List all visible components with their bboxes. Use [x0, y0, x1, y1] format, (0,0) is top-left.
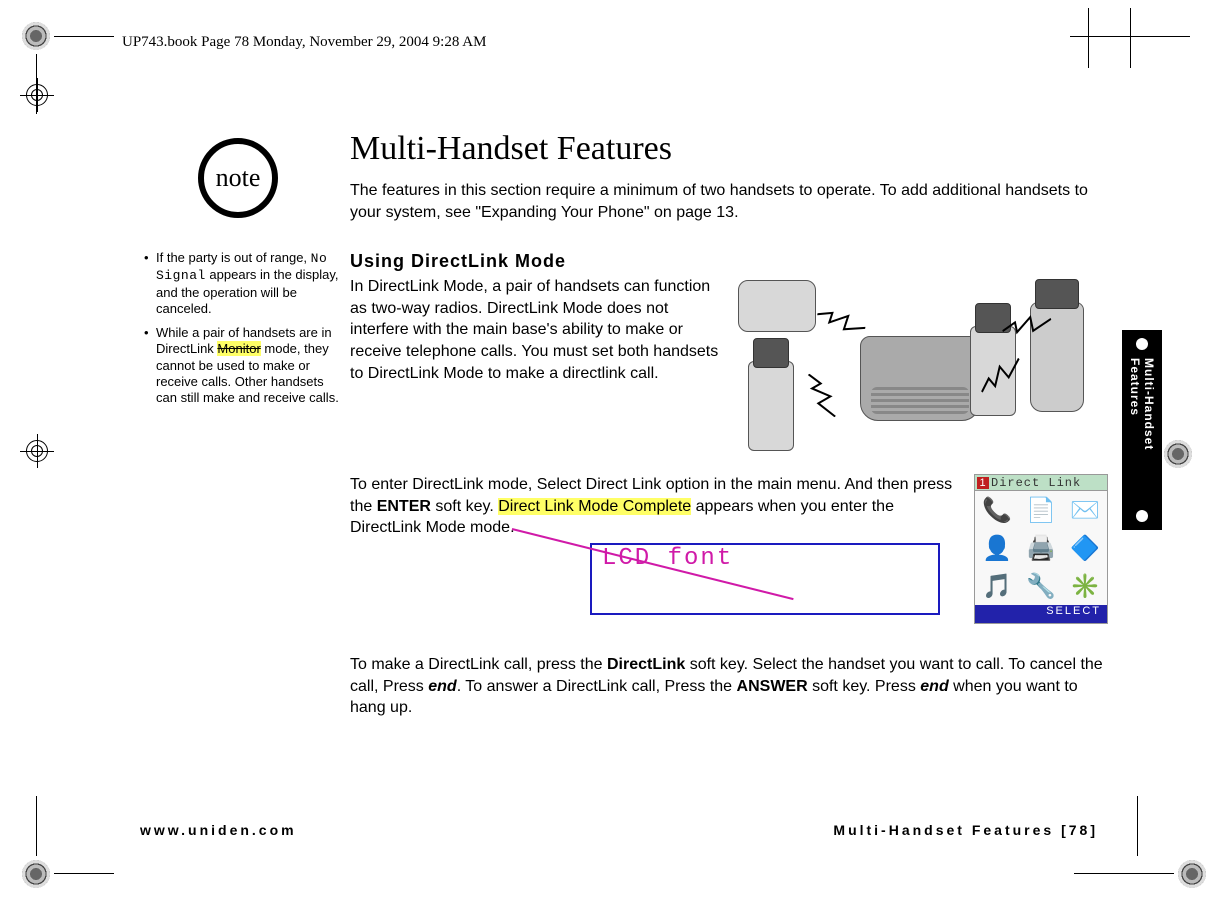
side-tab: Multi-Handset Features — [1122, 330, 1162, 530]
note-badge: note — [198, 138, 278, 218]
answer-key-label: ANSWER — [737, 678, 808, 695]
crop-line — [1130, 8, 1131, 68]
text: soft key. Press — [808, 678, 921, 695]
lcd-menu-icon: 🔷 — [1063, 529, 1107, 567]
enter-key-label: ENTER — [377, 498, 431, 515]
text: soft key. — [431, 498, 498, 515]
lcd-menu-icon: ✉️ — [1063, 491, 1107, 529]
lcd-preview: 1 Direct Link 📞 📄 ✉️ 👤 🖨️ 🔷 🎵 🔧 ✳️ SELEC… — [974, 474, 1108, 624]
registration-target — [22, 860, 50, 888]
lcd-menu-grid: 📞 📄 ✉️ 👤 🖨️ 🔷 🎵 🔧 ✳️ — [975, 491, 1107, 605]
handset-icon — [748, 361, 794, 451]
footer-url: www.uniden.com — [140, 822, 297, 838]
wall-phone-icon — [738, 280, 816, 332]
signal-bolt-icon — [814, 305, 868, 339]
lcd-handset-number: 1 — [977, 477, 989, 489]
lcd-menu-icon: 🎵 — [975, 567, 1019, 605]
crop-line — [54, 36, 114, 37]
signal-bolt-icon — [800, 370, 842, 423]
note-monitor-marked: Monitor — [217, 341, 260, 356]
page-title: Multi-Handset Features — [350, 130, 1108, 168]
note-sidebar: If the party is out of range, No Signal … — [140, 250, 340, 414]
section-heading: Using DirectLink Mode — [350, 251, 1108, 272]
directlink-paragraph-1: In DirectLink Mode, a pair of handsets c… — [350, 276, 720, 466]
phone-illustration — [730, 276, 1090, 466]
footer-page-ref: Multi-Handset Features [78] — [833, 822, 1098, 838]
intro-paragraph: The features in this section require a m… — [350, 180, 1108, 223]
highlighted-text: Direct Link Mode Complete — [498, 498, 691, 515]
lcd-softkey-label: SELECT — [975, 605, 1107, 623]
registration-mark — [26, 84, 48, 106]
annotation-box: LCD font — [590, 543, 940, 615]
note-badge-label: note — [216, 163, 261, 193]
directlink-key-label: DirectLink — [607, 656, 685, 673]
registration-target — [1178, 860, 1206, 888]
crop-line — [1137, 796, 1138, 856]
end-key-label: end — [428, 678, 456, 695]
text: To make a DirectLink call, press the — [350, 656, 607, 673]
lcd-title-bar: 1 Direct Link — [975, 475, 1107, 491]
crop-line — [1074, 873, 1174, 874]
registration-target — [1164, 440, 1192, 468]
page-body: note If the party is out of range, No Si… — [140, 130, 1108, 830]
lcd-menu-icon: 📄 — [1019, 491, 1063, 529]
directlink-paragraph-2: To enter DirectLink mode, Select Direct … — [350, 474, 964, 539]
page-footer: www.uniden.com Multi-Handset Features [7… — [140, 822, 1098, 838]
note-item: If the party is out of range, No Signal … — [148, 250, 340, 317]
pdf-header-line: UP743.book Page 78 Monday, November 29, … — [122, 34, 486, 51]
crop-line — [1088, 8, 1089, 68]
lcd-title: Direct Link — [991, 476, 1081, 490]
crop-line — [36, 796, 37, 856]
lcd-menu-icon: 👤 — [975, 529, 1019, 567]
lcd-menu-icon: ✳️ — [1063, 567, 1107, 605]
base-unit-icon — [860, 336, 980, 421]
note-text: If the party is out of range, — [156, 250, 311, 265]
lcd-menu-icon: 📞 — [975, 491, 1019, 529]
text: . To answer a DirectLink call, Press the — [457, 678, 737, 695]
crop-line — [54, 873, 114, 874]
side-tab-label: Multi-Handset Features — [1122, 358, 1162, 502]
main-column: Multi-Handset Features The features in t… — [350, 130, 1108, 719]
note-item: While a pair of handsets are in DirectLi… — [148, 325, 340, 406]
registration-mark — [26, 440, 48, 462]
directlink-paragraph-3: To make a DirectLink call, press the Dir… — [350, 654, 1108, 719]
end-key-label: end — [920, 678, 948, 695]
lcd-menu-icon: 🔧 — [1019, 567, 1063, 605]
lcd-menu-icon: 🖨️ — [1019, 529, 1063, 567]
registration-target — [22, 22, 50, 50]
